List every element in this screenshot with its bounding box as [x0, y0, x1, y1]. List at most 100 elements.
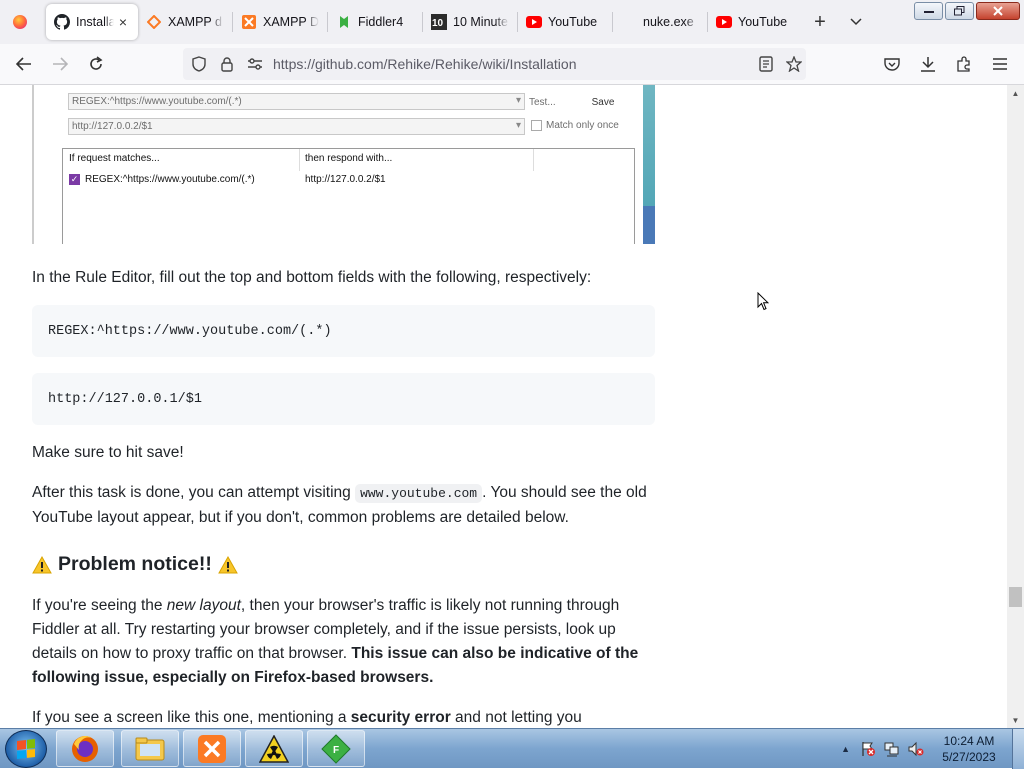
close-icon — [993, 6, 1003, 16]
restore-button[interactable] — [945, 2, 974, 20]
warning-icon — [32, 555, 52, 573]
paragraph-rule-editor: In the Rule Editor, fill out the top and… — [32, 269, 592, 286]
minimize-icon — [923, 11, 934, 13]
taskbar-xampp[interactable] — [183, 730, 241, 767]
tab-title: nuke.exe — [643, 15, 694, 29]
url-text[interactable]: https://github.com/Rehike/Rehike/wiki/In… — [273, 56, 576, 72]
tab-youtube-2[interactable]: YouTube — [708, 4, 802, 40]
fiddler-icon: F — [321, 733, 351, 764]
fiddler-icon — [336, 14, 352, 30]
tab-strip: Installa × XAMPP d XAMPP D Fiddler4 10 1… — [0, 0, 1024, 44]
show-hidden-icons-icon[interactable]: ▲ — [841, 744, 850, 754]
tab-title: YouTube — [548, 15, 598, 29]
youtube-icon — [526, 14, 542, 30]
start-button[interactable] — [5, 730, 47, 768]
text: If you're seeing the — [32, 597, 167, 614]
tab-10minute[interactable]: 10 10 Minute — [423, 4, 517, 40]
minimize-button[interactable] — [914, 2, 943, 20]
tab-xampp-1[interactable]: XAMPP d — [138, 4, 232, 40]
xampp-icon — [241, 14, 257, 30]
paragraph-security-error: If you see a screen like this one, menti… — [32, 706, 655, 728]
restore-icon — [954, 6, 965, 16]
code-block-regex[interactable]: REGEX:^https://www.youtube.com/(.*) — [32, 305, 655, 357]
tab-title: YouTube — [738, 15, 788, 29]
close-icon[interactable]: × — [116, 15, 130, 29]
hamburger-menu-icon — [993, 58, 1007, 70]
taskbar-fiddler[interactable]: F — [307, 730, 365, 767]
chevron-down-icon — [850, 18, 862, 26]
pocket-button[interactable] — [874, 48, 910, 80]
tab-title: Fiddler4 — [358, 15, 404, 29]
heading-text: Problem notice!! — [58, 553, 212, 575]
taskbar-explorer[interactable] — [121, 730, 179, 767]
text: and not letting you — [450, 709, 582, 726]
reader-view-icon[interactable] — [748, 48, 784, 80]
arrow-right-icon — [53, 57, 68, 71]
radiation-warning-icon — [259, 734, 289, 763]
clock-time: 10:24 AM — [943, 734, 995, 748]
text: After this task is done, you can attempt… — [32, 484, 356, 501]
tab-nuke[interactable]: nuke.exe — [613, 4, 707, 40]
pocket-icon — [884, 58, 900, 71]
taskbar-nuke[interactable] — [245, 730, 303, 767]
mouse-cursor-icon — [757, 292, 769, 311]
screenshot-rules-grid: If request matches... then respond with.… — [62, 148, 635, 244]
forward-button[interactable] — [42, 48, 78, 80]
url-bar[interactable]: https://github.com/Rehike/Rehike/wiki/In… — [183, 48, 806, 80]
firefox-view-button[interactable] — [0, 0, 40, 44]
screenshot-row-check-icon: ✓ — [69, 174, 80, 185]
permissions-icon[interactable] — [241, 48, 269, 80]
window-controls — [914, 2, 1020, 20]
new-tab-button[interactable]: + — [802, 4, 838, 40]
volume-muted-icon[interactable] — [908, 741, 924, 757]
puzzle-icon — [957, 56, 970, 72]
lock-icon[interactable] — [213, 48, 241, 80]
show-desktop-button[interactable] — [1012, 729, 1024, 769]
screenshot-col-if: If request matches... — [69, 153, 160, 164]
text: If you see a screen like this one, menti… — [32, 709, 351, 726]
clock-date: 5/27/2023 — [942, 750, 996, 764]
screenshot-test-label: Test... — [529, 97, 556, 108]
warning-icon — [218, 555, 238, 573]
strong-security-error: security error — [350, 709, 451, 726]
extensions-button[interactable] — [946, 48, 982, 80]
10minute-icon: 10 — [431, 14, 447, 30]
code-block-url[interactable]: http://127.0.0.1/$1 — [32, 373, 655, 425]
tab-youtube-1[interactable]: YouTube — [518, 4, 612, 40]
system-tray: ▲ 10:24 AM 5/27/2023 — [841, 729, 1024, 769]
xampp-orange-icon — [146, 14, 162, 30]
paragraph-hit-save: Make sure to hit save! — [32, 444, 184, 461]
paragraph-problem: If you're seeing the new layout, then yo… — [32, 594, 655, 690]
page-scrollbar[interactable]: ▲ ▼ — [1007, 85, 1024, 728]
scroll-up-arrow-icon[interactable]: ▲ — [1007, 85, 1024, 101]
list-all-tabs-button[interactable] — [838, 4, 874, 40]
windows-logo-icon — [17, 739, 35, 759]
xampp-icon — [198, 734, 226, 763]
back-button[interactable] — [6, 48, 42, 80]
close-window-button[interactable] — [976, 2, 1020, 20]
screenshot-match-once-label: Match only once — [546, 120, 619, 131]
tab-xampp-2[interactable]: XAMPP D — [233, 4, 327, 40]
network-icon[interactable] — [884, 741, 900, 757]
downloads-button[interactable] — [910, 48, 946, 80]
scrollbar-thumb[interactable] — [1009, 587, 1022, 607]
emphasis-new-layout: new layout — [166, 597, 241, 614]
bookmark-star-icon[interactable] — [784, 48, 804, 80]
taskbar-clock[interactable]: 10:24 AM 5/27/2023 — [932, 733, 1006, 765]
scroll-down-arrow-icon[interactable]: ▼ — [1007, 712, 1024, 728]
tab-title: XAMPP D — [263, 15, 319, 29]
action-center-flag-icon[interactable] — [860, 741, 876, 757]
reload-button[interactable] — [78, 48, 114, 80]
problem-notice-heading: Problem notice!! — [32, 553, 238, 576]
tab-fiddler[interactable]: Fiddler4 — [328, 4, 422, 40]
tab-installation[interactable]: Installa × — [46, 4, 138, 40]
page-content: REGEX:^https://www.youtube.com/(.*) Test… — [0, 85, 1007, 728]
taskbar-firefox[interactable] — [56, 730, 114, 767]
tracking-protection-shield-icon[interactable] — [185, 48, 213, 80]
app-menu-button[interactable] — [982, 48, 1018, 80]
youtube-icon — [716, 14, 732, 30]
firefox-icon — [72, 735, 98, 762]
screenshot-window-edge — [643, 85, 655, 244]
github-icon — [54, 14, 70, 30]
tab-title: Installa — [76, 15, 114, 29]
